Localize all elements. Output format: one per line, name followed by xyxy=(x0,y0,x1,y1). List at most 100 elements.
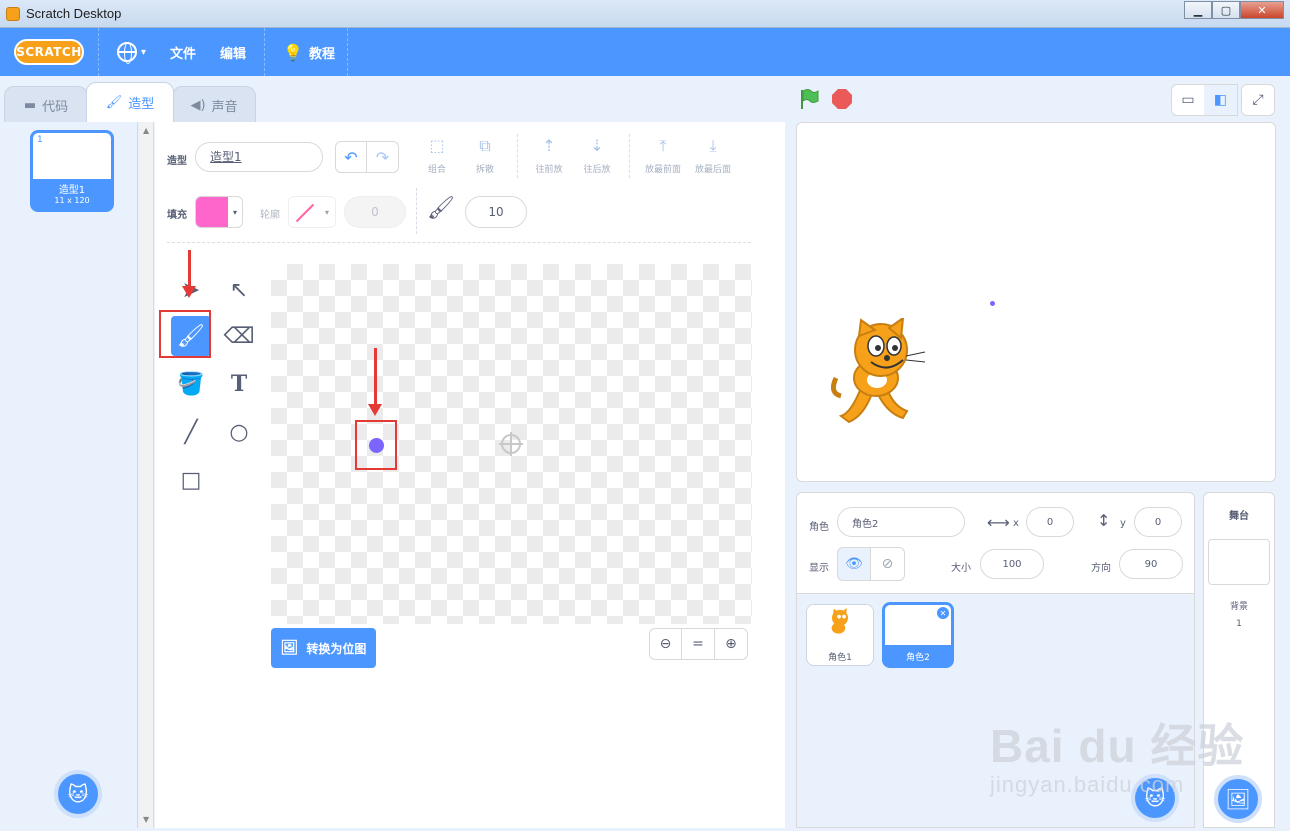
caret-down-icon: ▾ xyxy=(324,207,329,217)
fullscreen-button[interactable]: ⤢ xyxy=(1241,84,1275,116)
tab-code[interactable]: ▬ 代码 xyxy=(4,86,88,124)
caret-down-icon: ▾ xyxy=(141,46,147,58)
cat-sprite[interactable] xyxy=(831,318,931,428)
fill-color-picker[interactable]: ▾ xyxy=(195,196,243,228)
forward-button[interactable]: ⇡ 往前放 xyxy=(527,136,571,175)
green-flag-icon[interactable] xyxy=(798,88,820,110)
cat-plus-icon: 🐱 xyxy=(67,782,89,806)
front-label: 放最前面 xyxy=(644,165,681,175)
watermark-sub: jingyan.baidu.com xyxy=(990,772,1185,797)
baidu-watermark: Bai du 经验 jingyan.baidu.com xyxy=(990,690,1270,800)
redo-icon: ↷ xyxy=(375,147,390,167)
costume-size: 11 x 120 xyxy=(54,196,90,205)
zoom-out-icon: ⊖ xyxy=(659,636,672,652)
costume-name: 造型1 xyxy=(58,185,86,196)
paintbrush-icon: 🖌 xyxy=(105,95,123,110)
undo-button[interactable]: ↶ xyxy=(335,141,367,173)
normal-stage-icon: ◧ xyxy=(1213,92,1228,108)
edit-menu[interactable]: 编辑 xyxy=(208,28,258,76)
sprite-name-input[interactable]: 角色2 xyxy=(837,507,965,537)
scroll-up-icon: ▲ xyxy=(143,126,150,135)
reshape-tool[interactable]: ↖ xyxy=(219,270,259,310)
y-position-icon: ↕ xyxy=(1097,511,1111,530)
brush-size-input[interactable]: 10 xyxy=(465,196,527,228)
tab-sounds[interactable]: ◀) 声音 xyxy=(172,86,256,124)
x-position-icon: ⟷ xyxy=(987,513,1010,532)
minimize-button[interactable]: ▁ xyxy=(1184,1,1212,19)
eraser-icon: ⌫ xyxy=(223,323,255,349)
outline-color-picker[interactable]: ▾ xyxy=(288,196,336,228)
annotation-highlight-dot xyxy=(355,420,397,470)
scratch-logo[interactable]: SCRATCH xyxy=(14,39,84,65)
fill-color-swatch xyxy=(196,197,228,227)
group-button[interactable]: ⬚ 组合 xyxy=(415,136,459,175)
zoom-in-button[interactable]: ⊕ xyxy=(715,628,748,660)
size-input[interactable]: 100 xyxy=(980,549,1044,579)
tutorials-menu[interactable]: 💡 教程 xyxy=(271,28,347,76)
stage[interactable] xyxy=(796,122,1276,482)
paint-editor: 造型 造型1 ↶ ↷ ⬚ 组合 ⧉ 拆散 ⇡ 往前放 ⇣ 往后放 ⤒ 放最前面 … xyxy=(155,122,785,828)
costume-name-input[interactable]: 造型1 xyxy=(195,142,323,172)
paint-canvas[interactable] xyxy=(271,264,752,624)
redo-button[interactable]: ↷ xyxy=(367,141,399,173)
speaker-icon: ◀) xyxy=(190,98,206,113)
backward-label: 往后放 xyxy=(583,165,611,175)
menu-divider xyxy=(347,28,348,76)
file-menu[interactable]: 文件 xyxy=(158,28,208,76)
ungroup-label: 拆散 xyxy=(475,165,494,175)
convert-button-label: 转换为位图 xyxy=(306,641,367,656)
tab-code-label: 代码 xyxy=(42,100,69,115)
eraser-tool[interactable]: ⌫ xyxy=(219,316,259,356)
outline-label: 轮廓 xyxy=(260,210,280,221)
costume-scrollbar[interactable]: ▲ ▼ xyxy=(140,122,154,828)
menu-divider xyxy=(264,28,266,76)
zoom-reset-button[interactable]: = xyxy=(682,628,715,660)
to-front-icon: ⤒ xyxy=(659,136,667,155)
sprite-tile-selected[interactable]: ✕ 角色2 xyxy=(882,602,954,668)
y-position-input[interactable]: 0 xyxy=(1134,507,1182,537)
delete-sprite-icon[interactable]: ✕ xyxy=(937,607,949,619)
sprite-tile[interactable]: 角色1 xyxy=(806,604,874,666)
x-label: x xyxy=(1013,518,1019,529)
close-button[interactable]: ✕ xyxy=(1240,1,1284,19)
text-tool[interactable]: T xyxy=(219,364,259,404)
size-label: 大小 xyxy=(951,563,971,574)
outline-width-input[interactable]: 0 xyxy=(344,196,406,228)
language-menu[interactable]: ▾ xyxy=(105,28,158,76)
tab-costumes-label: 造型 xyxy=(128,97,155,112)
toolbar-divider xyxy=(517,134,518,178)
stage-title: 舞台 xyxy=(1229,511,1249,522)
choose-costume-button[interactable]: 🐱 xyxy=(54,770,102,818)
back-button[interactable]: ⤓ 放最后面 xyxy=(691,136,735,175)
line-tool[interactable]: ╱ xyxy=(171,412,211,452)
annotation-highlight-brush xyxy=(159,310,211,358)
circle-tool[interactable]: ○ xyxy=(219,412,259,452)
center-crosshair-icon xyxy=(499,432,523,456)
ungroup-button[interactable]: ⧉ 拆散 xyxy=(463,136,507,175)
show-sprite-button[interactable]: 👁 xyxy=(837,547,871,581)
normal-stage-button[interactable]: ◧ xyxy=(1204,84,1238,116)
group-icon: ⬚ xyxy=(429,136,445,155)
group-label: 组合 xyxy=(427,165,446,175)
backdrop-label: 背景 xyxy=(1229,602,1248,612)
rectangle-tool[interactable]: □ xyxy=(171,460,211,500)
fill-tool[interactable]: 🪣 xyxy=(171,364,211,404)
costume-number: 1 xyxy=(37,135,43,145)
zoom-out-button[interactable]: ⊖ xyxy=(649,628,682,660)
fill-label: 填充 xyxy=(167,210,187,221)
costume-item[interactable]: 1 造型1 11 x 120 xyxy=(30,130,114,212)
hide-sprite-button[interactable]: ⊘ xyxy=(871,547,905,581)
maximize-button[interactable]: ▢ xyxy=(1212,1,1240,19)
front-button[interactable]: ⤒ 放最前面 xyxy=(641,136,685,175)
toolbar-separator xyxy=(167,242,751,243)
small-stage-button[interactable]: ▭ xyxy=(1171,84,1205,116)
costume-thumbnail: 1 xyxy=(33,133,111,179)
tab-costumes[interactable]: 🖌 造型 xyxy=(86,82,174,122)
backward-button[interactable]: ⇣ 往后放 xyxy=(575,136,619,175)
small-stage-icon: ▭ xyxy=(1181,92,1195,108)
convert-to-bitmap-button[interactable]: 🖼 转换为位图 xyxy=(271,628,376,668)
visibility-toggle: 👁 ⊘ xyxy=(837,547,905,581)
stop-icon[interactable] xyxy=(832,89,852,109)
direction-input[interactable]: 90 xyxy=(1119,549,1183,579)
x-position-input[interactable]: 0 xyxy=(1026,507,1074,537)
